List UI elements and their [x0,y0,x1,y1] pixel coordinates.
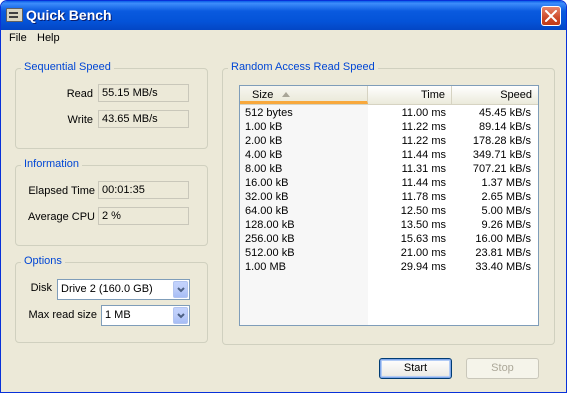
information-title: Information [21,158,83,170]
options-title: Options [21,255,65,267]
read-label: Read [66,88,93,100]
elapsed-time-label: Elapsed Time [28,185,95,197]
elapsed-time-value: 00:01:35 [98,181,189,199]
app-window: Quick Bench File Help Sequential Speed R… [0,0,567,393]
list-row[interactable]: 1.00 MB 29.94 ms 33.40 MB/s [240,261,538,275]
chevron-down-icon [177,313,185,319]
column-header-size[interactable]: Size [240,86,368,104]
drive-icon [6,8,23,22]
sequential-speed-title: Sequential Speed [21,61,114,73]
cell-time: 11.00 ms [401,107,446,119]
list-row[interactable]: 1.00 kB 11.22 ms 89.14 kB/s [240,121,538,135]
column-header-size-label: Size [252,89,274,101]
cell-size: 32.00 kB [245,191,289,203]
cell-time: 21.00 ms [400,247,446,259]
disk-dropdown-button[interactable] [173,281,188,298]
disk-label: Disk [30,282,52,294]
average-cpu-value: 2 % [98,207,189,225]
cell-size: 512 bytes [245,107,293,119]
max-read-size-dropdown-button[interactable] [173,307,188,324]
start-button[interactable]: Start [379,358,452,379]
cell-size: 8.00 kB [245,163,283,175]
list-row[interactable]: 4.00 kB 11.44 ms 349.71 kB/s [240,149,538,163]
cell-speed: 89.14 kB/s [479,121,531,133]
disk-select[interactable]: Drive 2 (160.0 GB) [57,279,190,300]
list-row[interactable]: 2.00 kB 11.22 ms 178.28 kB/s [240,135,538,149]
cell-size: 4.00 kB [245,149,283,161]
cell-speed: 33.40 MB/s [475,261,531,273]
menu-help[interactable]: Help [37,32,60,44]
column-header-speed[interactable]: Speed [452,86,538,104]
cell-speed: 1.37 MB/s [481,177,531,189]
max-read-size-label: Max read size [28,309,97,321]
list-row[interactable]: 32.00 kB 11.78 ms 2.65 MB/s [240,191,538,205]
average-cpu-label: Average CPU [27,211,95,223]
information-group: Information [15,158,208,246]
cell-size: 2.00 kB [245,135,283,147]
close-icon [545,10,557,22]
cell-speed: 16.00 MB/s [475,233,531,245]
list-row[interactable]: 8.00 kB 11.31 ms 707.21 kB/s [240,163,538,177]
list-row[interactable]: 64.00 kB 12.50 ms 5.00 MB/s [240,205,538,219]
cell-time: 15.63 ms [400,233,446,245]
cell-time: 29.94 ms [400,261,446,273]
write-value: 43.65 MB/s [98,110,189,128]
list-row[interactable]: 256.00 kB 15.63 ms 16.00 MB/s [240,233,538,247]
random-access-list[interactable]: Size Time Speed 512 bytes 11.00 ms 45.45 k… [239,85,539,326]
sequential-speed-group: Sequential Speed [15,61,208,149]
disk-selected-value: Drive 2 (160.0 GB) [61,283,153,295]
cell-size: 512.00 kB [245,247,295,259]
cell-time: 11.31 ms [401,163,446,175]
cell-size: 1.00 MB [245,261,286,273]
sort-ascending-icon [282,92,290,97]
random-access-title: Random Access Read Speed [228,61,378,73]
list-row[interactable]: 16.00 kB 11.44 ms 1.37 MB/s [240,177,538,191]
menu-bar: File Help [1,30,566,49]
cell-time: 11.44 ms [401,177,446,189]
cell-speed: 9.26 MB/s [481,219,531,231]
cell-speed: 23.81 MB/s [475,247,531,259]
cell-speed: 5.00 MB/s [481,205,531,217]
menu-file[interactable]: File [9,32,27,44]
read-value: 55.15 MB/s [98,84,189,102]
cell-time: 11.44 ms [401,149,446,161]
list-header: Size Time Speed [240,86,538,105]
cell-time: 11.78 ms [401,191,446,203]
max-read-size-selected-value: 1 MB [105,309,131,321]
chevron-down-icon [177,287,185,293]
cell-size: 16.00 kB [245,177,289,189]
close-button[interactable] [541,6,561,26]
cell-speed: 2.65 MB/s [481,191,531,203]
cell-size: 128.00 kB [245,219,295,231]
list-row[interactable]: 128.00 kB 13.50 ms 9.26 MB/s [240,219,538,233]
cell-size: 1.00 kB [245,121,283,133]
cell-speed: 45.45 kB/s [479,107,531,119]
cell-time: 11.22 ms [401,121,446,133]
cell-speed: 707.21 kB/s [472,163,531,175]
write-label: Write [67,114,93,126]
cell-speed: 349.71 kB/s [472,149,531,161]
cell-size: 64.00 kB [245,205,289,217]
title-bar[interactable]: Quick Bench [1,1,566,30]
max-read-size-select[interactable]: 1 MB [101,305,190,326]
cell-time: 13.50 ms [400,219,446,231]
cell-speed: 178.28 kB/s [472,135,531,147]
list-row[interactable]: 512.00 kB 21.00 ms 23.81 MB/s [240,247,538,261]
cell-time: 12.50 ms [400,205,446,217]
window-title: Quick Bench [26,7,112,23]
options-group: Options [15,255,208,343]
cell-size: 256.00 kB [245,233,295,245]
list-row[interactable]: 512 bytes 11.00 ms 45.45 kB/s [240,107,538,121]
stop-button[interactable]: Stop [466,358,539,379]
cell-time: 11.22 ms [401,135,446,147]
column-header-time[interactable]: Time [368,86,452,104]
